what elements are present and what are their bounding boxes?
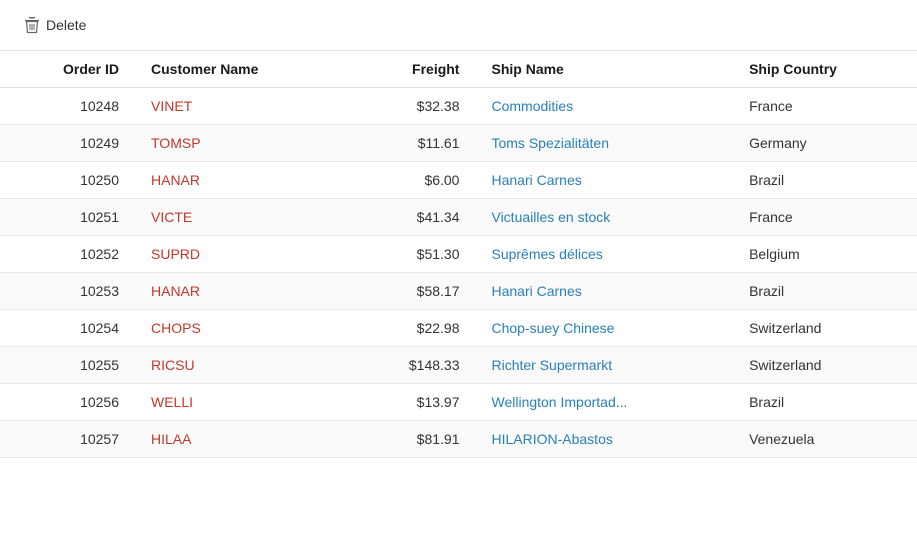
- cell-shipname: Suprêmes délices: [475, 236, 733, 273]
- cell-shipcountry: Venezuela: [733, 421, 917, 458]
- col-header-shipcountry: Ship Country: [733, 51, 917, 88]
- cell-customer: WELLI: [135, 384, 349, 421]
- cell-shipcountry: France: [733, 199, 917, 236]
- cell-orderid: 10256: [0, 384, 135, 421]
- cell-shipname: Victuailles en stock: [475, 199, 733, 236]
- table-row[interactable]: 10256 WELLI $13.97 Wellington Importad..…: [0, 384, 917, 421]
- cell-shipcountry: Germany: [733, 125, 917, 162]
- cell-shipname: Wellington Importad...: [475, 384, 733, 421]
- cell-shipname: Hanari Carnes: [475, 273, 733, 310]
- cell-shipname: Commodities: [475, 88, 733, 125]
- cell-orderid: 10248: [0, 88, 135, 125]
- col-header-orderid: Order ID: [0, 51, 135, 88]
- table-header-row: Order ID Customer Name Freight Ship Name…: [0, 51, 917, 88]
- cell-customer: SUPRD: [135, 236, 349, 273]
- cell-orderid: 10249: [0, 125, 135, 162]
- cell-orderid: 10252: [0, 236, 135, 273]
- delete-label: Delete: [46, 17, 86, 33]
- cell-customer: RICSU: [135, 347, 349, 384]
- cell-orderid: 10254: [0, 310, 135, 347]
- main-container: Delete Order ID Customer Name Freight Sh…: [0, 0, 917, 539]
- cell-shipcountry: Brazil: [733, 273, 917, 310]
- cell-shipname: HILARION-Abastos: [475, 421, 733, 458]
- delete-button[interactable]: Delete: [16, 12, 94, 38]
- cell-customer: HANAR: [135, 162, 349, 199]
- cell-customer: CHOPS: [135, 310, 349, 347]
- cell-orderid: 10253: [0, 273, 135, 310]
- table-row[interactable]: 10251 VICTE $41.34 Victuailles en stock …: [0, 199, 917, 236]
- cell-customer: VINET: [135, 88, 349, 125]
- table-row[interactable]: 10252 SUPRD $51.30 Suprêmes délices Belg…: [0, 236, 917, 273]
- table-row[interactable]: 10257 HILAA $81.91 HILARION-Abastos Vene…: [0, 421, 917, 458]
- cell-freight: $81.91: [349, 421, 476, 458]
- cell-orderid: 10257: [0, 421, 135, 458]
- table-row[interactable]: 10254 CHOPS $22.98 Chop-suey Chinese Swi…: [0, 310, 917, 347]
- trash-icon: [24, 16, 40, 34]
- cell-shipcountry: Belgium: [733, 236, 917, 273]
- data-table: Order ID Customer Name Freight Ship Name…: [0, 51, 917, 458]
- cell-freight: $51.30: [349, 236, 476, 273]
- col-header-shipname: Ship Name: [475, 51, 733, 88]
- cell-freight: $11.61: [349, 125, 476, 162]
- cell-freight: $13.97: [349, 384, 476, 421]
- cell-orderid: 10250: [0, 162, 135, 199]
- cell-customer: HANAR: [135, 273, 349, 310]
- toolbar: Delete: [0, 0, 917, 51]
- cell-freight: $6.00: [349, 162, 476, 199]
- cell-shipname: Chop-suey Chinese: [475, 310, 733, 347]
- cell-shipcountry: Switzerland: [733, 347, 917, 384]
- cell-shipname: Toms Spezialitäten: [475, 125, 733, 162]
- table-row[interactable]: 10250 HANAR $6.00 Hanari Carnes Brazil: [0, 162, 917, 199]
- cell-customer: VICTE: [135, 199, 349, 236]
- cell-shipname: Richter Supermarkt: [475, 347, 733, 384]
- cell-orderid: 10255: [0, 347, 135, 384]
- cell-freight: $58.17: [349, 273, 476, 310]
- col-header-customer: Customer Name: [135, 51, 349, 88]
- table-wrapper: Order ID Customer Name Freight Ship Name…: [0, 51, 917, 539]
- cell-customer: HILAA: [135, 421, 349, 458]
- table-row[interactable]: 10255 RICSU $148.33 Richter Supermarkt S…: [0, 347, 917, 384]
- table-row[interactable]: 10248 VINET $32.38 Commodities France: [0, 88, 917, 125]
- table-row[interactable]: 10249 TOMSP $11.61 Toms Spezialitäten Ge…: [0, 125, 917, 162]
- cell-shipcountry: Switzerland: [733, 310, 917, 347]
- cell-shipcountry: France: [733, 88, 917, 125]
- table-scroll[interactable]: Order ID Customer Name Freight Ship Name…: [0, 51, 917, 539]
- cell-shipname: Hanari Carnes: [475, 162, 733, 199]
- cell-freight: $41.34: [349, 199, 476, 236]
- cell-shipcountry: Brazil: [733, 162, 917, 199]
- cell-freight: $32.38: [349, 88, 476, 125]
- cell-freight: $148.33: [349, 347, 476, 384]
- cell-customer: TOMSP: [135, 125, 349, 162]
- cell-orderid: 10251: [0, 199, 135, 236]
- cell-shipcountry: Brazil: [733, 384, 917, 421]
- table-row[interactable]: 10253 HANAR $58.17 Hanari Carnes Brazil: [0, 273, 917, 310]
- col-header-freight: Freight: [349, 51, 476, 88]
- cell-freight: $22.98: [349, 310, 476, 347]
